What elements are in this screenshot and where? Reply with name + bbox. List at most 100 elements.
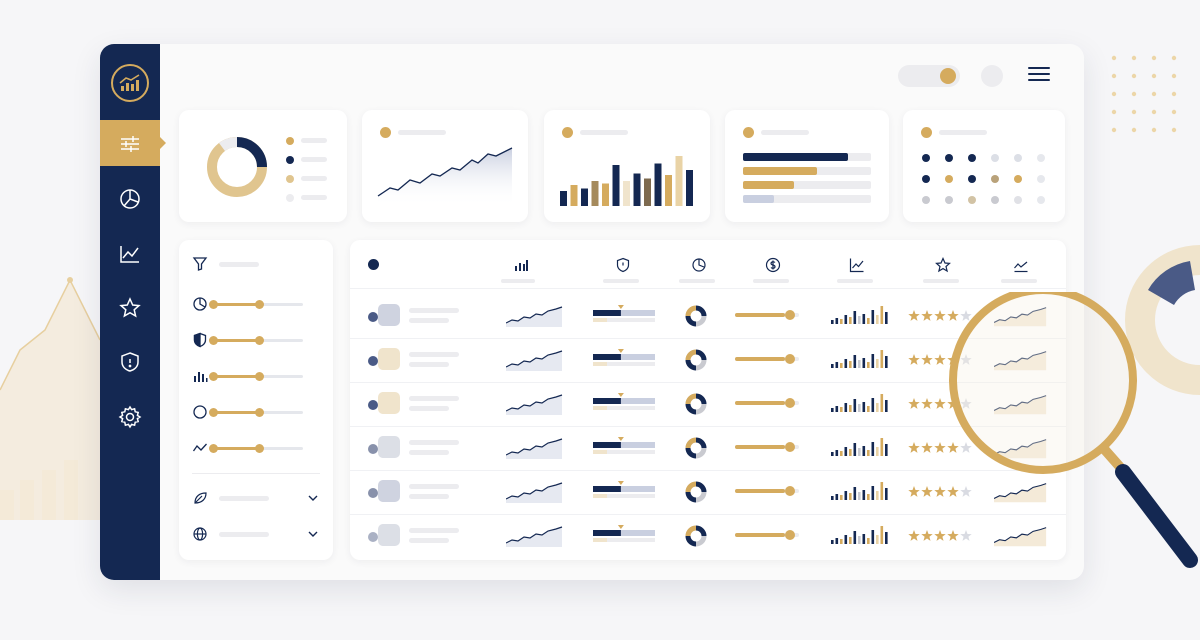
row-select-toggle[interactable] — [368, 400, 378, 410]
slider-handle-min[interactable] — [209, 372, 218, 381]
slider-handle-min[interactable] — [209, 444, 218, 453]
mini-bar — [885, 400, 888, 412]
avatar[interactable] — [981, 65, 1003, 87]
pie-chart-icon[interactable] — [690, 256, 708, 274]
shield-icon[interactable] — [614, 256, 632, 274]
deco-dot — [1131, 55, 1137, 61]
widget-line[interactable] — [362, 110, 528, 222]
mini-bar — [853, 487, 857, 500]
bar-mark — [623, 181, 630, 206]
table-row[interactable] — [350, 338, 1066, 382]
dollar-icon[interactable] — [764, 256, 782, 274]
sparkline-chart — [506, 306, 563, 327]
trend-sparkline — [994, 351, 1047, 371]
slider-handle-max[interactable] — [255, 372, 264, 381]
range-slider[interactable] — [209, 300, 303, 309]
range-slider[interactable] — [209, 408, 303, 417]
table-row[interactable] — [350, 426, 1066, 470]
row-select-toggle[interactable] — [368, 488, 378, 498]
sidebar-item-settings[interactable] — [116, 403, 144, 431]
slider-handle-max[interactable] — [255, 336, 264, 345]
dashboard-window — [100, 44, 1084, 580]
table-row[interactable] — [350, 514, 1066, 558]
range-slider[interactable] — [209, 336, 303, 345]
donut-segment — [695, 305, 707, 317]
star-filled — [908, 442, 920, 453]
trend-icon[interactable] — [1012, 256, 1030, 274]
slider-handle-max[interactable] — [255, 300, 264, 309]
slider-handle-max[interactable] — [255, 444, 264, 453]
value-slider-handle[interactable] — [784, 354, 795, 364]
progress-sub-fill — [593, 318, 607, 322]
filter-icon[interactable] — [192, 256, 208, 272]
slider-fill — [211, 411, 259, 414]
mini-bar — [876, 535, 879, 544]
widget-dot-matrix[interactable] — [903, 110, 1065, 222]
legend-swatch — [286, 194, 294, 202]
slider-handle-max[interactable] — [255, 408, 264, 417]
progress-meter — [593, 481, 655, 498]
star-filled — [921, 398, 933, 409]
donut-segment — [685, 481, 697, 493]
mini-bar — [876, 315, 879, 324]
sidebar-item-trends[interactable] — [116, 240, 144, 268]
star-rating — [908, 398, 972, 409]
bar-chart-icon[interactable] — [512, 256, 530, 274]
table-row[interactable] — [350, 382, 1066, 426]
progress-fill — [593, 442, 621, 448]
data-table — [350, 240, 1066, 560]
sidebar — [100, 44, 166, 580]
row-select-toggle[interactable] — [368, 532, 378, 542]
sparkline-chart — [506, 438, 563, 459]
select-all-toggle[interactable] — [368, 259, 379, 270]
area-line-chart — [377, 147, 513, 206]
mini-bar — [876, 491, 879, 500]
star-icon[interactable] — [934, 256, 952, 274]
value-slider-handle[interactable] — [784, 530, 795, 540]
sidebar-item-security[interactable] — [116, 348, 144, 376]
slider-fill — [211, 339, 259, 342]
donut-segment — [685, 447, 697, 459]
value-slider-handle[interactable] — [784, 310, 795, 320]
table-row[interactable] — [350, 470, 1066, 514]
sidebar-item-favorites[interactable] — [116, 294, 144, 322]
mini-bar — [867, 538, 870, 544]
range-slider[interactable] — [209, 444, 303, 453]
value-slider-handle[interactable] — [784, 398, 795, 408]
line-chart-icon[interactable] — [848, 256, 866, 274]
filter-dropdown[interactable] — [179, 490, 333, 510]
widget-hbars[interactable] — [725, 110, 889, 222]
range-slider[interactable] — [209, 372, 303, 381]
slider-handle-min[interactable] — [209, 408, 218, 417]
progress-sub-fill — [593, 362, 607, 366]
hamburger-icon[interactable] — [1028, 67, 1050, 85]
value-slider-handle[interactable] — [784, 442, 795, 452]
bar-mark — [675, 156, 683, 206]
slider-handle-min[interactable] — [209, 300, 218, 309]
progress-meter — [593, 525, 655, 542]
star-filled — [934, 442, 946, 453]
table-row[interactable] — [350, 294, 1066, 338]
widget-bars[interactable] — [544, 110, 710, 222]
widget-donut[interactable] — [179, 110, 347, 222]
trend-sparkline — [994, 307, 1047, 327]
matrix-dot — [991, 196, 999, 204]
sidebar-item-analytics[interactable] — [116, 185, 144, 213]
progress-meter — [593, 305, 655, 322]
growth-chart-logo-icon[interactable] — [111, 64, 149, 102]
mini-bar — [862, 446, 866, 456]
deco-dot — [1111, 127, 1117, 133]
progress-marker — [617, 393, 624, 397]
mini-bar — [858, 492, 861, 500]
slider-handle-min[interactable] — [209, 336, 218, 345]
progress-meter — [593, 437, 655, 454]
filter-dropdown[interactable] — [179, 526, 333, 546]
globe-icon — [192, 526, 208, 542]
value-slider-handle[interactable] — [784, 486, 795, 496]
mini-bar — [862, 402, 866, 412]
row-select-toggle[interactable] — [368, 356, 378, 366]
row-select-toggle[interactable] — [368, 312, 378, 322]
row-select-toggle[interactable] — [368, 444, 378, 454]
mini-bar — [862, 490, 866, 500]
theme-toggle[interactable] — [898, 65, 960, 87]
